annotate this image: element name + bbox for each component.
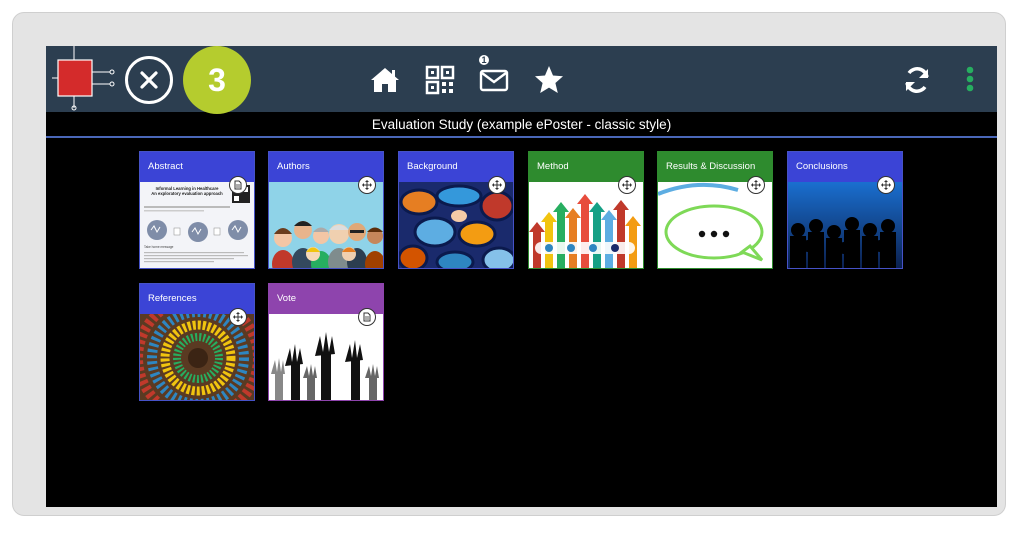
move-icon[interactable]: [747, 176, 765, 194]
close-button[interactable]: [125, 56, 173, 104]
library-spiral: [140, 314, 254, 400]
tile-results-discussion[interactable]: Results & Discussion: [657, 151, 773, 269]
background-image: [399, 182, 513, 268]
move-icon[interactable]: [229, 308, 247, 326]
vote-image: [269, 314, 383, 400]
star-icon[interactable]: [533, 64, 565, 96]
move-icon[interactable]: [488, 176, 506, 194]
references-image: [140, 314, 254, 400]
app-logo[interactable]: [52, 46, 122, 112]
envelope-icon[interactable]: [478, 64, 510, 96]
raised-hands-graphic: [271, 332, 379, 400]
speech-bubble-graphic: [658, 182, 764, 262]
kebab-menu-icon[interactable]: [958, 64, 982, 96]
app-screen: 3 1 Evaluation Study (example ePoster - …: [46, 46, 997, 507]
home-icon[interactable]: [369, 64, 401, 96]
move-icon[interactable]: [358, 176, 376, 194]
top-bar: 3 1: [46, 46, 997, 114]
audience-silhouette: [790, 217, 896, 268]
device-frame: 3 1 Evaluation Study (example ePoster - …: [12, 12, 1006, 516]
move-icon[interactable]: [618, 176, 636, 194]
arrows-graphic: [529, 194, 641, 268]
method-image: [529, 182, 643, 268]
abstract-pattern: [399, 184, 513, 268]
close-icon: [140, 71, 158, 89]
page-title: Evaluation Study (example ePoster - clas…: [46, 112, 997, 138]
results-image: [658, 182, 772, 268]
tile-references[interactable]: References: [139, 283, 255, 401]
conclusions-image: [788, 182, 902, 268]
tile-method[interactable]: Method: [528, 151, 644, 269]
step-badge: 3: [183, 46, 251, 114]
tile-conclusions[interactable]: Conclusions: [787, 151, 903, 269]
tile-abstract[interactable]: Abstract Informal Learning in Healthcare…: [139, 151, 255, 269]
preview-section-label: Take home message: [144, 245, 174, 249]
tile-authors[interactable]: Authors: [268, 151, 384, 269]
sync-icon[interactable]: [901, 64, 933, 96]
move-icon[interactable]: [877, 176, 895, 194]
qr-code-icon[interactable]: [424, 64, 456, 96]
document-icon[interactable]: [229, 176, 247, 194]
abstract-preview-graphic: [144, 185, 250, 263]
authors-image: [269, 182, 383, 268]
notification-badge: 1: [478, 54, 490, 66]
document-icon[interactable]: [358, 308, 376, 326]
abstract-preview: Informal Learning in Healthcare An explo…: [140, 182, 254, 268]
authors-illustration: [269, 221, 383, 268]
tile-vote[interactable]: Vote: [268, 283, 384, 401]
tile-background[interactable]: Background: [398, 151, 514, 269]
